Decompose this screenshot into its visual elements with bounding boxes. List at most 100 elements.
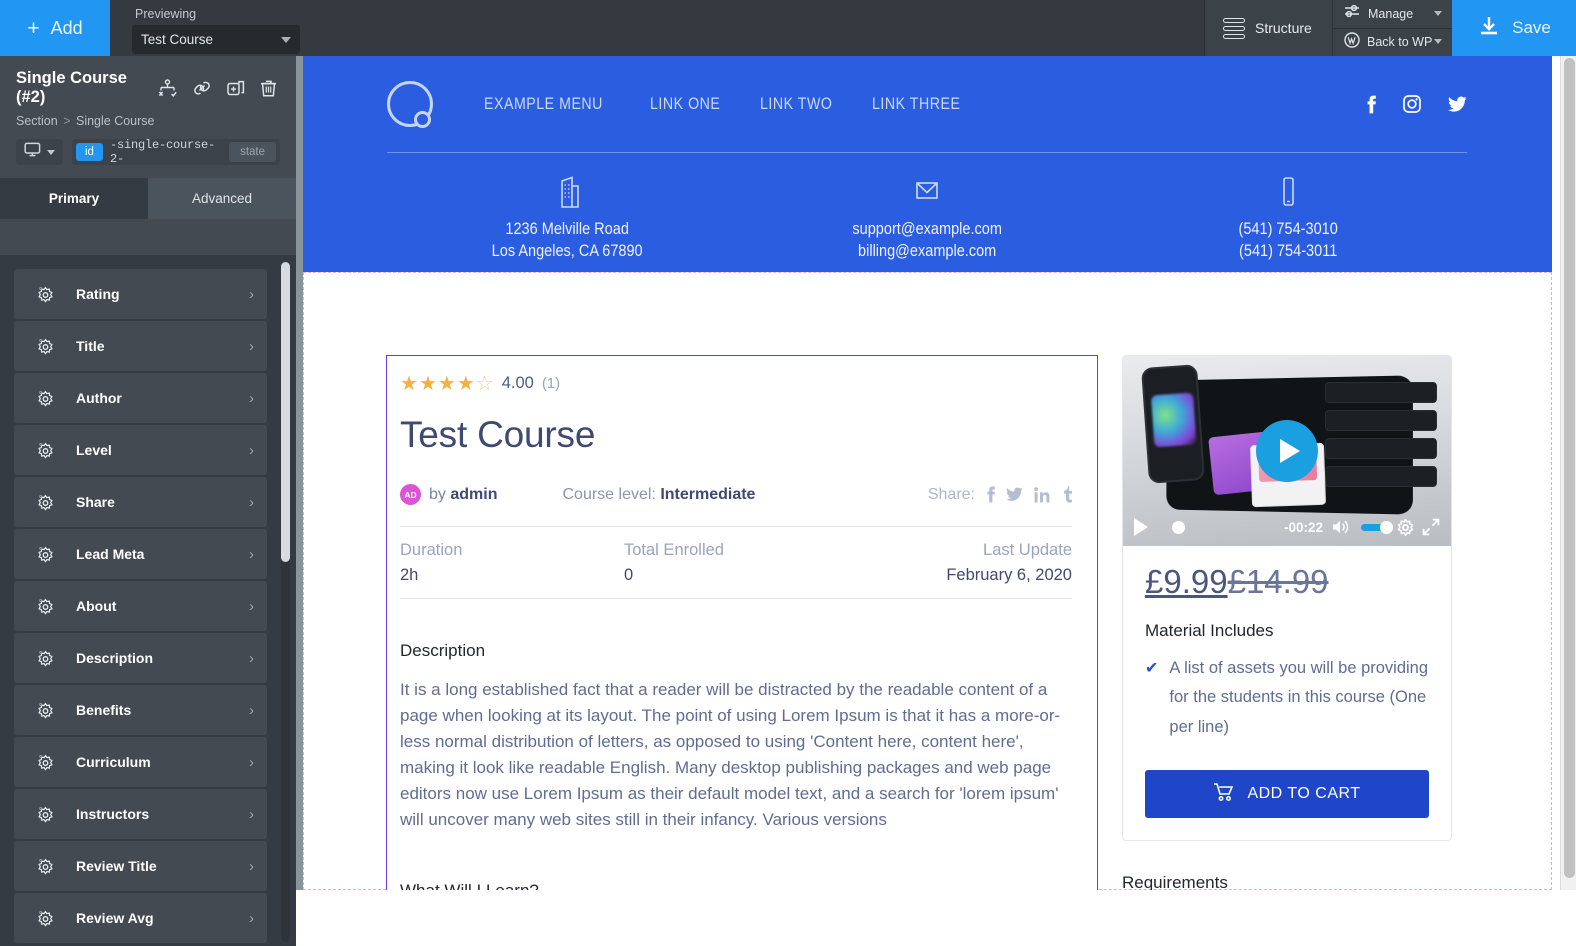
email-line-2[interactable]: billing@example.com	[769, 240, 1086, 262]
add-button[interactable]: + Add	[0, 0, 110, 56]
envelope-icon	[747, 175, 1107, 209]
settings-item-level[interactable]: Level ›	[14, 425, 267, 475]
star-filled: ★	[456, 373, 475, 395]
logo-icon[interactable]	[387, 81, 433, 128]
nav-link-two[interactable]: LINK TWO	[760, 95, 832, 114]
back-to-wp-label: Back to WP	[1367, 35, 1433, 50]
chevron-right-icon: ›	[249, 857, 254, 875]
save-button[interactable]: Save	[1452, 0, 1576, 56]
author-name[interactable]: admin	[450, 486, 497, 503]
rating-count: (1)	[541, 375, 561, 392]
building-icon	[387, 175, 747, 209]
instagram-icon[interactable]	[1403, 95, 1421, 113]
video-play-button[interactable]	[1256, 420, 1318, 482]
id-tag[interactable]: id	[76, 143, 103, 161]
nav-link-example-menu[interactable]: EXAMPLE MENU	[484, 95, 603, 114]
gear-icon	[14, 493, 76, 512]
share-facebook-icon[interactable]	[986, 486, 995, 503]
sliders-icon	[1344, 4, 1361, 24]
chevron-right-icon: ›	[249, 649, 254, 667]
course-main-column[interactable]: ★ ★ ★ ★ ☆ 4.00 (1) Test Course AD by adm…	[386, 355, 1098, 890]
volume-slider[interactable]	[1361, 520, 1393, 534]
settings-item-description[interactable]: Description ›	[14, 633, 267, 683]
add-to-cart-label: ADD TO CART	[1247, 785, 1361, 803]
material-includes-heading: Material Includes	[1145, 621, 1274, 640]
settings-item-title[interactable]: Title ›	[14, 321, 267, 371]
nav-link-one[interactable]: LINK ONE	[650, 95, 720, 114]
facebook-icon[interactable]	[1366, 95, 1376, 114]
video-progress-slider[interactable]	[1156, 520, 1276, 534]
wordpress-icon	[1344, 32, 1360, 53]
structure-icon	[1223, 17, 1245, 39]
tab-primary[interactable]: Primary	[0, 178, 148, 219]
settings-item-label: Title	[76, 338, 105, 354]
settings-item-rating[interactable]: Rating ›	[14, 269, 267, 319]
gear-icon	[14, 753, 76, 772]
conditions-icon[interactable]	[157, 78, 178, 98]
price-line: £9.99£14.99	[1145, 563, 1429, 601]
contact-phone: (541) 754-3010 (541) 754-3011	[1108, 175, 1468, 263]
panel-tabs: Primary Advanced	[0, 178, 296, 219]
phone-line-1[interactable]: (541) 754-3010	[1129, 218, 1446, 240]
back-to-wp-button[interactable]: Back to WP	[1332, 27, 1452, 56]
nav-link-three[interactable]: LINK THREE	[872, 95, 960, 114]
chevron-right-icon: ›	[249, 545, 254, 563]
add-to-cart-button[interactable]: ADD TO CART	[1145, 770, 1429, 819]
structure-button-label: Structure	[1255, 20, 1312, 36]
manage-menu-button[interactable]: Manage	[1332, 0, 1452, 28]
price-original: £14.99	[1227, 563, 1329, 600]
share-linkedin-icon[interactable]	[1034, 486, 1050, 503]
chevron-down-icon	[1434, 10, 1442, 16]
previewing-value: Test Course	[141, 32, 214, 47]
stat-value: February 6, 2020	[946, 566, 1072, 584]
settings-item-label: Curriculum	[76, 754, 151, 770]
gear-icon[interactable]	[1397, 517, 1414, 536]
canvas-scrollbar-thumb[interactable]	[1563, 58, 1575, 878]
settings-item-label: Review Title	[76, 858, 157, 874]
share-tumblr-icon[interactable]	[1061, 486, 1073, 503]
settings-item-instructors[interactable]: Instructors ›	[14, 789, 267, 839]
settings-item-author[interactable]: Author ›	[14, 373, 267, 423]
settings-item-review-avg[interactable]: Review Avg ›	[14, 893, 267, 943]
breadcrumb-parent[interactable]: Section	[16, 114, 58, 128]
share-group: Share:	[928, 486, 1073, 504]
stat-value: 2h	[400, 566, 419, 584]
previewing-select[interactable]: Test Course	[132, 25, 300, 54]
volume-icon[interactable]	[1331, 519, 1351, 535]
fullscreen-icon[interactable]	[1422, 518, 1440, 536]
link-icon[interactable]	[191, 79, 213, 98]
star-empty: ☆	[475, 373, 494, 395]
delete-icon[interactable]	[259, 79, 278, 98]
panel-scrollbar-thumb[interactable]	[281, 262, 290, 562]
rating-value: 4.00	[501, 374, 534, 392]
settings-item-benefits[interactable]: Benefits ›	[14, 685, 267, 735]
settings-item-label: Author	[76, 390, 122, 406]
gear-icon	[14, 701, 76, 720]
canvas-scrollbar[interactable]	[1560, 56, 1576, 890]
state-tag[interactable]: state	[229, 142, 276, 162]
play-icon[interactable]	[1134, 518, 1148, 536]
panel-scrollbar[interactable]	[281, 262, 290, 942]
settings-item-label: Lead Meta	[76, 546, 145, 562]
share-twitter-icon[interactable]	[1006, 487, 1023, 502]
email-line-1[interactable]: support@example.com	[769, 218, 1086, 240]
settings-item-label: Level	[76, 442, 112, 458]
site-header: EXAMPLE MENU LINK ONE LINK TWO LINK THRE…	[303, 56, 1552, 272]
course-video-player[interactable]: -00:22	[1123, 356, 1451, 546]
duplicate-icon[interactable]	[226, 79, 246, 98]
chevron-right-icon: ›	[249, 493, 254, 511]
phone-line-2[interactable]: (541) 754-3011	[1129, 240, 1446, 262]
device-selector[interactable]	[16, 139, 63, 165]
twitter-icon[interactable]	[1448, 96, 1467, 113]
id-input[interactable]: -single-course-2-	[110, 138, 222, 166]
tab-advanced[interactable]: Advanced	[148, 178, 296, 219]
structure-button[interactable]: Structure	[1204, 0, 1332, 56]
settings-item-review-title[interactable]: Review Title ›	[14, 841, 267, 891]
stat-total-enrolled: Total Enrolled 0	[624, 541, 848, 585]
settings-item-share[interactable]: Share ›	[14, 477, 267, 527]
settings-item-lead-meta[interactable]: Lead Meta ›	[14, 529, 267, 579]
settings-item-curriculum[interactable]: Curriculum ›	[14, 737, 267, 787]
breadcrumb: Section > Single Course	[16, 114, 280, 128]
gear-icon	[14, 649, 76, 668]
settings-item-about[interactable]: About ›	[14, 581, 267, 631]
